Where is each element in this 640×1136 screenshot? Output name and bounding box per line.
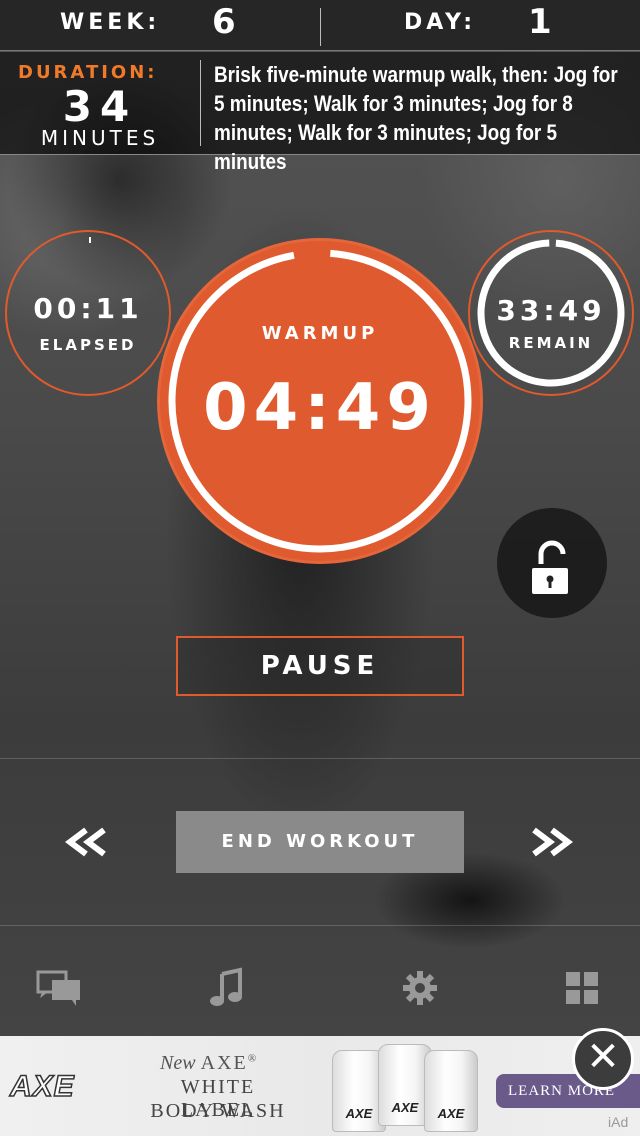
next-segment-icon[interactable] <box>526 820 586 864</box>
divider <box>0 925 640 926</box>
elapsed-label: ELAPSED <box>39 336 137 354</box>
duration-label: DURATION: <box>18 62 158 83</box>
end-workout-button[interactable]: END WORKOUT <box>176 811 464 873</box>
divider <box>0 758 640 759</box>
day-label: DAY: <box>404 10 476 35</box>
elapsed-timer: 00:11 ELAPSED <box>5 230 171 396</box>
ad-new-text: New AXE® <box>160 1052 257 1074</box>
duration-value: 34 <box>62 82 138 131</box>
week-value: 6 <box>212 2 238 42</box>
lock-button[interactable] <box>497 508 607 618</box>
day-value: 1 <box>528 2 554 42</box>
elapsed-time: 00:11 <box>33 292 143 325</box>
unlock-icon <box>532 540 568 594</box>
remain-time: 33:49 <box>496 294 606 327</box>
pause-button[interactable]: PAUSE <box>176 636 464 696</box>
iad-label: iAd <box>608 1114 629 1130</box>
grid-icon[interactable] <box>550 966 610 1012</box>
remain-timer: 33:49 REMAIN <box>468 230 634 396</box>
phase-timer: WARMUP 04:49 <box>157 238 483 564</box>
ad-banner[interactable]: AXE New AXE® WHITE LABEL BODY WASH AXE A… <box>0 1036 640 1136</box>
close-ad-icon[interactable]: ✕ <box>572 1028 634 1090</box>
product-bottle: AXE <box>424 1050 478 1132</box>
divider <box>320 8 321 46</box>
axe-logo: AXE <box>9 1069 75 1104</box>
week-label: WEEK: <box>60 10 161 35</box>
week-day-bar: WEEK: 6 DAY: 1 <box>0 0 640 51</box>
workout-info-panel: DURATION: 34 MINUTES Brisk five-minute w… <box>0 52 640 174</box>
workout-description: Brisk five-minute warmup walk, then: Jog… <box>214 62 618 174</box>
duration-unit: MINUTES <box>40 126 160 150</box>
previous-segment-icon[interactable] <box>62 820 122 864</box>
music-icon[interactable] <box>200 966 260 1012</box>
phase-name: WARMUP <box>261 323 379 344</box>
elapsed-progress-tick <box>89 237 91 243</box>
gear-icon[interactable] <box>390 966 450 1012</box>
chat-icon[interactable] <box>32 966 92 1012</box>
divider <box>200 60 201 146</box>
phase-time: 04:49 <box>203 371 437 445</box>
remain-label: REMAIN <box>508 334 594 352</box>
ad-line-2: BODY WASH <box>150 1100 286 1122</box>
